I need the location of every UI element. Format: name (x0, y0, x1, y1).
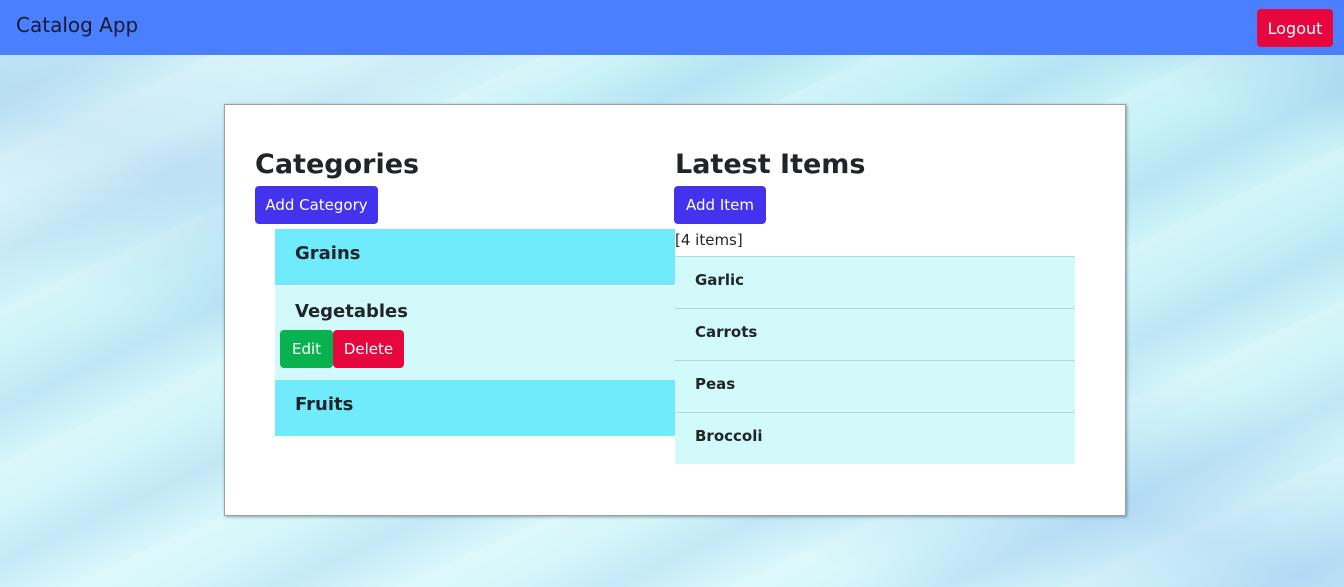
add-item-button[interactable]: Add Item (674, 186, 766, 224)
item-label: Garlic (695, 271, 745, 289)
latest-items-list: Garlic Carrots Peas Broccoli (675, 256, 1075, 464)
item-label: Broccoli (695, 427, 763, 445)
app-brand[interactable]: Catalog App (16, 13, 138, 37)
list-item[interactable]: Peas (675, 360, 1075, 412)
item-label: Peas (695, 375, 736, 393)
list-item[interactable]: Garlic (675, 256, 1075, 308)
category-label: Grains (295, 243, 361, 264)
list-item[interactable]: Broccoli (675, 412, 1075, 464)
item-count: [4 items] (675, 231, 743, 249)
category-label: Fruits (295, 394, 354, 415)
add-category-button[interactable]: Add Category (255, 186, 378, 224)
main-card: Categories Add Category Grains Vegetable… (224, 104, 1126, 516)
category-item-vegetables[interactable]: Vegetables Edit Delete (275, 286, 675, 380)
item-label: Carrots (695, 323, 758, 341)
categories-heading: Categories (255, 149, 420, 180)
category-item-fruits[interactable]: Fruits (275, 380, 675, 436)
category-item-grains[interactable]: Grains (275, 229, 675, 285)
edit-category-button[interactable]: Edit (280, 330, 333, 368)
category-label: Vegetables (295, 301, 408, 322)
list-item[interactable]: Carrots (675, 308, 1075, 360)
navbar: Catalog App Logout (0, 0, 1344, 55)
logout-button[interactable]: Logout (1257, 9, 1333, 47)
latest-items-heading: Latest Items (675, 149, 866, 180)
delete-category-button[interactable]: Delete (333, 330, 404, 368)
